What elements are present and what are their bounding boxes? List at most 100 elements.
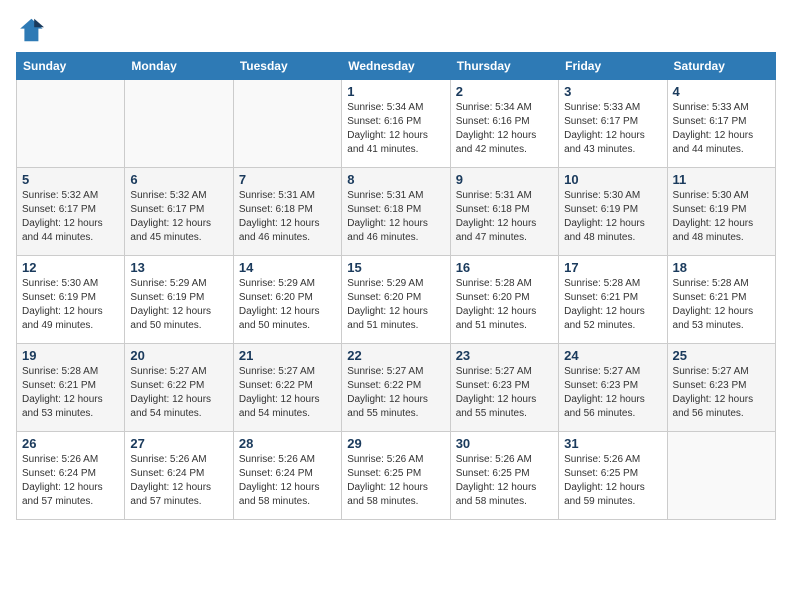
day-number: 7	[239, 172, 336, 187]
day-number: 17	[564, 260, 661, 275]
header-monday: Monday	[125, 53, 233, 80]
day-info: Sunrise: 5:29 AM Sunset: 6:20 PM Dayligh…	[347, 277, 444, 333]
day-info: Sunrise: 5:31 AM Sunset: 6:18 PM Dayligh…	[347, 189, 444, 245]
calendar-cell: 11Sunrise: 5:30 AM Sunset: 6:19 PM Dayli…	[667, 168, 775, 256]
header-thursday: Thursday	[450, 53, 558, 80]
day-info: Sunrise: 5:26 AM Sunset: 6:24 PM Dayligh…	[239, 453, 336, 509]
calendar-cell: 3Sunrise: 5:33 AM Sunset: 6:17 PM Daylig…	[559, 80, 667, 168]
calendar-table: SundayMondayTuesdayWednesdayThursdayFrid…	[16, 52, 776, 520]
calendar-cell: 13 Sunrise: 5:29 AM Sunset: 6:19 PM Dayli…	[125, 256, 233, 344]
calendar-cell: 12 Sunrise: 5:30 AM Sunset: 6:19 PM Dayli…	[17, 256, 125, 344]
week-row-2: 5 Sunrise: 5:32 AM Sunset: 6:17 PM Daylig…	[17, 168, 776, 256]
day-info: Sunrise: 5:27 AM Sunset: 6:23 PM Dayligh…	[564, 365, 661, 421]
day-number: 18	[673, 260, 770, 275]
header-wednesday: Wednesday	[342, 53, 450, 80]
day-number: 24	[564, 348, 661, 363]
day-info: Sunrise: 5:33 AM Sunset: 6:17 PM Dayligh…	[673, 101, 770, 157]
week-row-1: 1 Sunrise: 5:34 AM Sunset: 6:16 PM Daylig…	[17, 80, 776, 168]
calendar-cell: 29 Sunrise: 5:26 AM Sunset: 6:25 PM Dayli…	[342, 432, 450, 520]
day-number: 31	[564, 436, 661, 451]
day-info: Sunrise: 5:26 AM Sunset: 6:25 PM Dayligh…	[564, 453, 661, 509]
calendar-cell	[667, 432, 775, 520]
calendar-cell: 28 Sunrise: 5:26 AM Sunset: 6:24 PM Dayli…	[233, 432, 341, 520]
day-info: Sunrise: 5:27 AM Sunset: 6:22 PM Dayligh…	[239, 365, 336, 421]
calendar-cell	[125, 80, 233, 168]
calendar-cell: 19Sunrise: 5:28 AM Sunset: 6:21 PM Dayli…	[17, 344, 125, 432]
calendar-cell	[233, 80, 341, 168]
day-info: Sunrise: 5:26 AM Sunset: 6:25 PM Dayligh…	[456, 453, 553, 509]
calendar-cell: 30 Sunrise: 5:26 AM Sunset: 6:25 PM Dayli…	[450, 432, 558, 520]
calendar-cell: 4Sunrise: 5:33 AM Sunset: 6:17 PM Daylig…	[667, 80, 775, 168]
calendar-cell: 24 Sunrise: 5:27 AM Sunset: 6:23 PM Dayli…	[559, 344, 667, 432]
week-row-5: 26 Sunrise: 5:26 AM Sunset: 6:24 PM Dayli…	[17, 432, 776, 520]
day-info: Sunrise: 5:29 AM Sunset: 6:20 PM Dayligh…	[239, 277, 336, 333]
day-number: 5	[22, 172, 119, 187]
day-number: 29	[347, 436, 444, 451]
day-number: 12	[22, 260, 119, 275]
calendar-cell: 15 Sunrise: 5:29 AM Sunset: 6:20 PM Dayli…	[342, 256, 450, 344]
calendar-cell: 5 Sunrise: 5:32 AM Sunset: 6:17 PM Daylig…	[17, 168, 125, 256]
day-number: 10	[564, 172, 661, 187]
calendar-cell: 10 Sunrise: 5:30 AM Sunset: 6:19 PM Dayli…	[559, 168, 667, 256]
day-number: 13	[130, 260, 227, 275]
calendar-cell: 14 Sunrise: 5:29 AM Sunset: 6:20 PM Dayli…	[233, 256, 341, 344]
calendar-cell: 23Sunrise: 5:27 AM Sunset: 6:23 PM Dayli…	[450, 344, 558, 432]
page-header	[16, 16, 776, 44]
week-row-4: 19Sunrise: 5:28 AM Sunset: 6:21 PM Dayli…	[17, 344, 776, 432]
day-number: 27	[130, 436, 227, 451]
day-number: 19	[22, 348, 119, 363]
day-info: Sunrise: 5:30 AM Sunset: 6:19 PM Dayligh…	[22, 277, 119, 333]
day-number: 30	[456, 436, 553, 451]
day-number: 26	[22, 436, 119, 451]
calendar-cell: 16 Sunrise: 5:28 AM Sunset: 6:20 PM Dayli…	[450, 256, 558, 344]
day-info: Sunrise: 5:26 AM Sunset: 6:24 PM Dayligh…	[22, 453, 119, 509]
day-info: Sunrise: 5:33 AM Sunset: 6:17 PM Dayligh…	[564, 101, 661, 157]
calendar-cell: 26 Sunrise: 5:26 AM Sunset: 6:24 PM Dayli…	[17, 432, 125, 520]
header-row: SundayMondayTuesdayWednesdayThursdayFrid…	[17, 53, 776, 80]
day-info: Sunrise: 5:27 AM Sunset: 6:22 PM Dayligh…	[130, 365, 227, 421]
day-number: 9	[456, 172, 553, 187]
calendar-cell	[17, 80, 125, 168]
day-info: Sunrise: 5:27 AM Sunset: 6:23 PM Dayligh…	[456, 365, 553, 421]
calendar-cell: 21 Sunrise: 5:27 AM Sunset: 6:22 PM Dayli…	[233, 344, 341, 432]
logo-icon	[16, 16, 44, 44]
header-saturday: Saturday	[667, 53, 775, 80]
day-number: 8	[347, 172, 444, 187]
day-number: 16	[456, 260, 553, 275]
calendar-cell: 22 Sunrise: 5:27 AM Sunset: 6:22 PM Dayli…	[342, 344, 450, 432]
day-number: 1	[347, 84, 444, 99]
day-number: 14	[239, 260, 336, 275]
day-info: Sunrise: 5:30 AM Sunset: 6:19 PM Dayligh…	[564, 189, 661, 245]
day-info: Sunrise: 5:32 AM Sunset: 6:17 PM Dayligh…	[22, 189, 119, 245]
day-number: 22	[347, 348, 444, 363]
week-row-3: 12 Sunrise: 5:30 AM Sunset: 6:19 PM Dayli…	[17, 256, 776, 344]
day-info: Sunrise: 5:34 AM Sunset: 6:16 PM Dayligh…	[456, 101, 553, 157]
day-info: Sunrise: 5:31 AM Sunset: 6:18 PM Dayligh…	[239, 189, 336, 245]
calendar-cell: 17 Sunrise: 5:28 AM Sunset: 6:21 PM Dayli…	[559, 256, 667, 344]
calendar-cell: 25 Sunrise: 5:27 AM Sunset: 6:23 PM Dayli…	[667, 344, 775, 432]
day-info: Sunrise: 5:27 AM Sunset: 6:22 PM Dayligh…	[347, 365, 444, 421]
day-number: 21	[239, 348, 336, 363]
day-number: 25	[673, 348, 770, 363]
day-info: Sunrise: 5:26 AM Sunset: 6:25 PM Dayligh…	[347, 453, 444, 509]
day-number: 6	[130, 172, 227, 187]
day-number: 2	[456, 84, 553, 99]
day-info: Sunrise: 5:34 AM Sunset: 6:16 PM Dayligh…	[347, 101, 444, 157]
day-number: 15	[347, 260, 444, 275]
calendar-cell: 1 Sunrise: 5:34 AM Sunset: 6:16 PM Daylig…	[342, 80, 450, 168]
day-info: Sunrise: 5:27 AM Sunset: 6:23 PM Dayligh…	[673, 365, 770, 421]
day-info: Sunrise: 5:26 AM Sunset: 6:24 PM Dayligh…	[130, 453, 227, 509]
day-info: Sunrise: 5:28 AM Sunset: 6:21 PM Dayligh…	[673, 277, 770, 333]
day-number: 28	[239, 436, 336, 451]
calendar-cell: 8 Sunrise: 5:31 AM Sunset: 6:18 PM Daylig…	[342, 168, 450, 256]
day-number: 11	[673, 172, 770, 187]
day-info: Sunrise: 5:28 AM Sunset: 6:20 PM Dayligh…	[456, 277, 553, 333]
day-info: Sunrise: 5:28 AM Sunset: 6:21 PM Dayligh…	[564, 277, 661, 333]
logo	[16, 16, 48, 44]
day-info: Sunrise: 5:32 AM Sunset: 6:17 PM Dayligh…	[130, 189, 227, 245]
day-info: Sunrise: 5:29 AM Sunset: 6:19 PM Dayligh…	[130, 277, 227, 333]
day-info: Sunrise: 5:31 AM Sunset: 6:18 PM Dayligh…	[456, 189, 553, 245]
header-friday: Friday	[559, 53, 667, 80]
calendar-cell: 20Sunrise: 5:27 AM Sunset: 6:22 PM Dayli…	[125, 344, 233, 432]
calendar-cell: 9 Sunrise: 5:31 AM Sunset: 6:18 PM Daylig…	[450, 168, 558, 256]
